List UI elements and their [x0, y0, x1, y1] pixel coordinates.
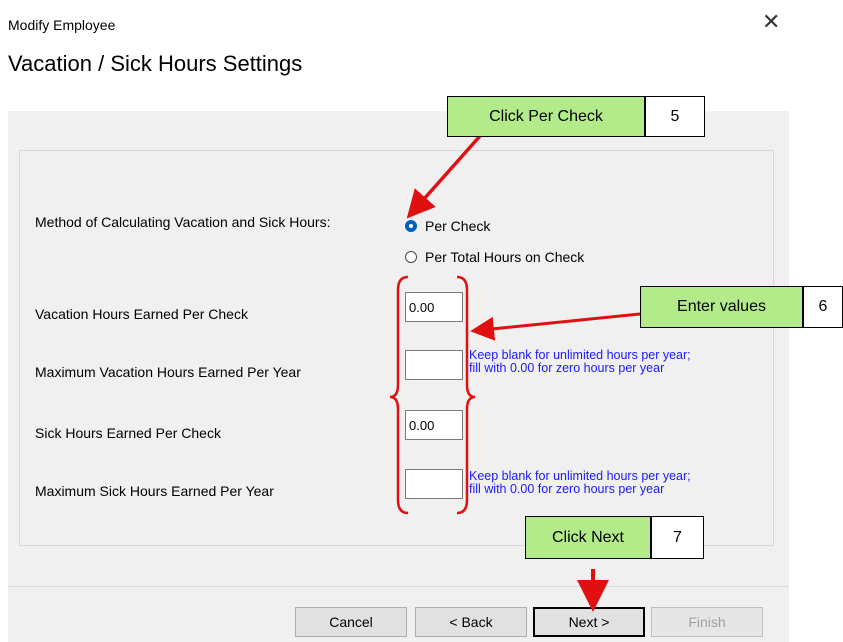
step-6-callout: Enter values	[640, 286, 803, 328]
back-button[interactable]: < Back	[415, 607, 527, 637]
max-vacation-per-year-label: Maximum Vacation Hours Earned Per Year	[35, 364, 301, 380]
max-vacation-hint: Keep blank for unlimited hours per year;…	[469, 349, 691, 375]
max-sick-per-year-input[interactable]	[405, 469, 463, 499]
step-5-callout: Click Per Check	[447, 96, 645, 137]
radio-per-check[interactable]: Per Check	[405, 218, 490, 234]
cancel-button[interactable]: Cancel	[295, 607, 407, 637]
max-sick-hint: Keep blank for unlimited hours per year;…	[469, 470, 691, 496]
vacation-per-check-label: Vacation Hours Earned Per Check	[35, 306, 248, 322]
sick-per-check-input[interactable]	[405, 410, 463, 440]
next-button[interactable]: Next >	[533, 607, 645, 637]
radio-per-total-hours[interactable]: Per Total Hours on Check	[405, 249, 584, 265]
radio-per-check-label: Per Check	[425, 218, 491, 234]
radio-per-total-hours-button[interactable]	[405, 251, 417, 263]
max-sick-per-year-label: Maximum Sick Hours Earned Per Year	[35, 483, 274, 499]
page-title: Vacation / Sick Hours Settings	[8, 51, 303, 76]
method-label: Method of Calculating Vacation and Sick …	[35, 214, 331, 230]
sick-per-check-label: Sick Hours Earned Per Check	[35, 425, 221, 441]
vacation-per-check-input[interactable]	[405, 292, 463, 322]
step-5-number: 5	[645, 96, 705, 137]
hint-line: fill with 0.00 for zero hours per year	[469, 361, 665, 375]
step-6-number: 6	[803, 286, 843, 328]
radio-per-total-hours-label: Per Total Hours on Check	[425, 249, 585, 265]
dialog-title: Modify Employee	[8, 17, 116, 33]
step-7-number: 7	[651, 516, 704, 559]
radio-per-check-button[interactable]	[405, 220, 417, 232]
step-7-callout: Click Next	[525, 516, 651, 559]
close-icon[interactable]: ✕	[762, 11, 780, 33]
finish-button: Finish	[651, 607, 763, 637]
max-vacation-per-year-input[interactable]	[405, 350, 463, 380]
hint-line: fill with 0.00 for zero hours per year	[469, 482, 665, 496]
